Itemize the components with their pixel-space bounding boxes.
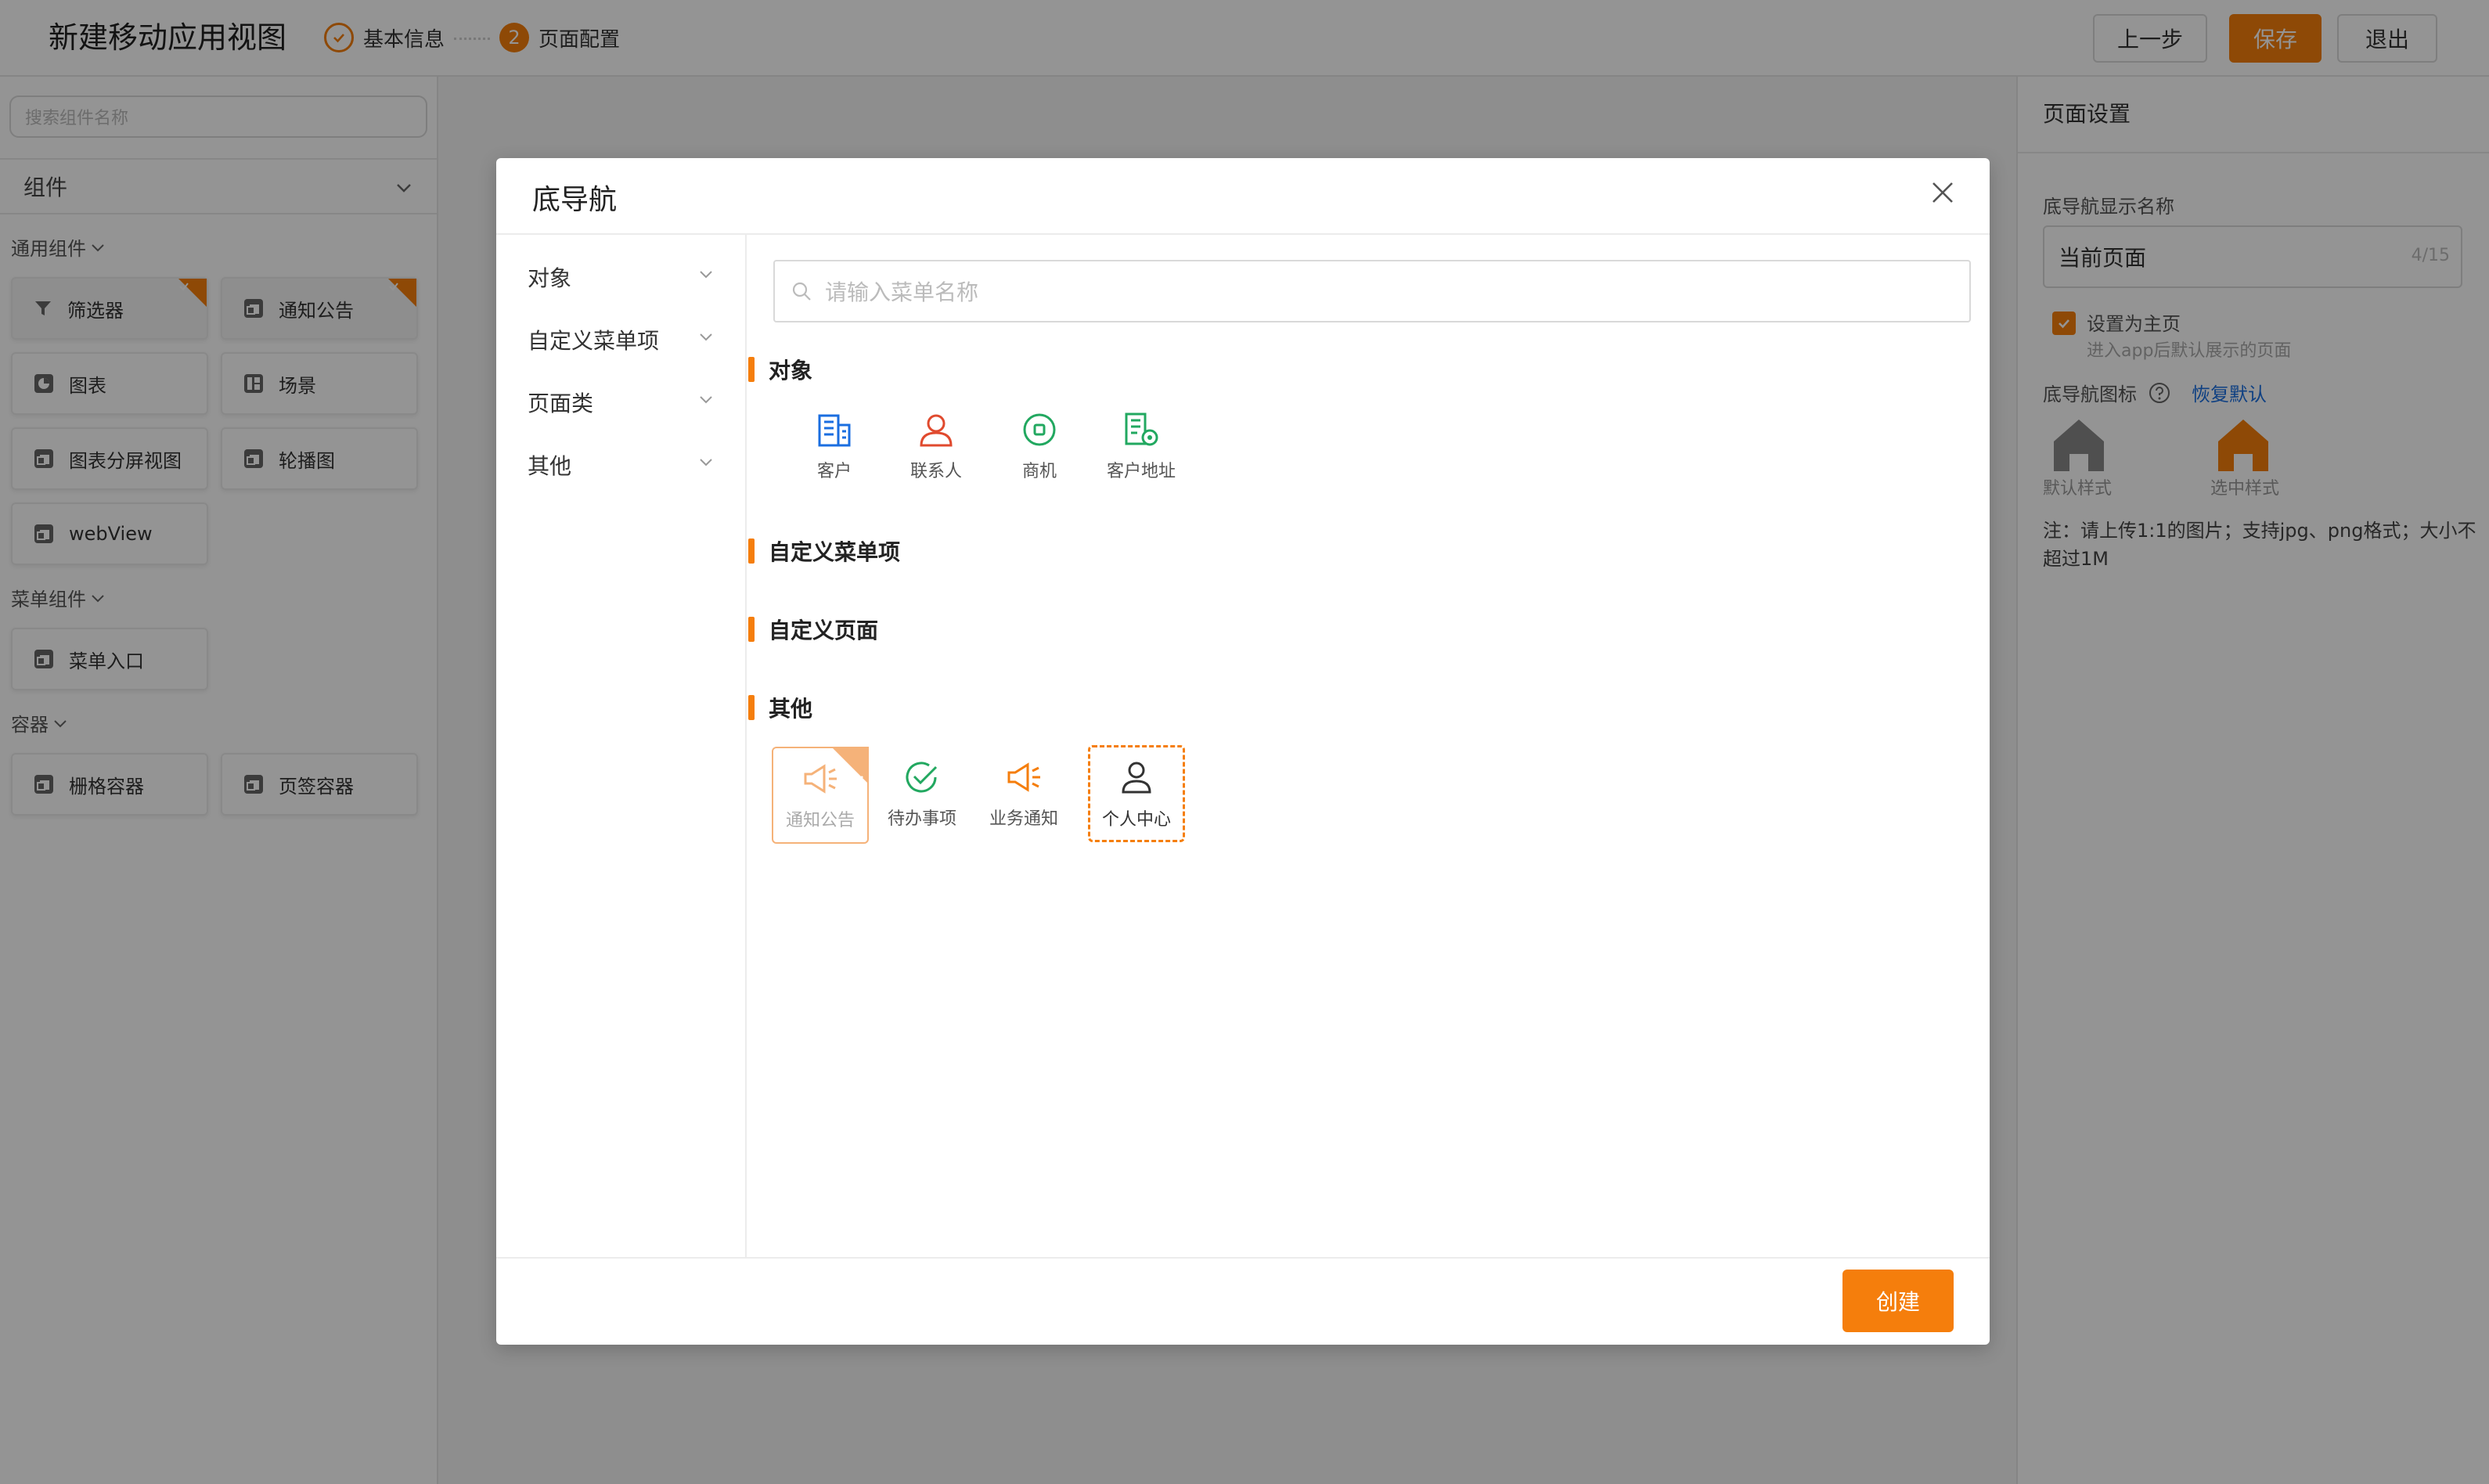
check-circle-icon: [902, 756, 942, 798]
chevron-down-icon[interactable]: [697, 390, 715, 409]
section-accent-bar: [748, 695, 755, 720]
menu-item-opportunity[interactable]: 商机: [991, 399, 1088, 496]
user-icon: [917, 409, 956, 451]
divider: [496, 1257, 1990, 1259]
chevron-down-icon[interactable]: [697, 265, 715, 283]
menu-item-label: 客户: [816, 462, 852, 481]
search-icon: [791, 280, 812, 302]
sidebar-item-page-type[interactable]: 页面类: [528, 387, 593, 418]
menu-item-notice[interactable]: 通知公告: [772, 747, 869, 844]
section-title-custom-menu: 自定义菜单项: [748, 535, 900, 567]
menu-item-label: 待办事项: [887, 809, 956, 829]
menu-item-label: 商机: [1021, 462, 1057, 481]
section-accent-bar: [748, 357, 755, 382]
section-title-text: 自定义页面: [769, 618, 879, 643]
section-title-text: 对象: [769, 358, 813, 384]
sidebar-item-object[interactable]: 对象: [528, 261, 571, 293]
menu-item-todo[interactable]: 待办事项: [873, 747, 971, 844]
user-icon: [1117, 757, 1156, 799]
bottom-nav-modal: 底导航 对象 自定义菜单项 页面类 其他 请输入菜单名称 对象 客户 联系人 商…: [496, 158, 1990, 1345]
menu-item-personal-center[interactable]: 个人中心: [1088, 745, 1185, 842]
section-title-text: 自定义菜单项: [769, 539, 901, 565]
sidebar-item-other[interactable]: 其他: [528, 449, 571, 481]
building-location-icon: [1122, 409, 1161, 451]
search-placeholder: 请输入菜单名称: [825, 279, 979, 305]
close-icon[interactable]: [1929, 178, 1957, 207]
menu-item-label: 客户地址: [1106, 462, 1176, 481]
section-title-object: 对象: [748, 354, 812, 385]
menu-item-label: 业务通知: [989, 809, 1058, 829]
chevron-down-icon[interactable]: [697, 452, 715, 471]
megaphone-icon: [1004, 756, 1043, 798]
menu-item-customer-address[interactable]: 客户地址: [1093, 399, 1190, 496]
chevron-down-icon[interactable]: [697, 327, 715, 346]
building-icon: [815, 409, 854, 451]
menu-item-label: 通知公告: [785, 811, 855, 830]
menu-item-label: 联系人: [910, 462, 962, 481]
menu-item-customer[interactable]: 客户: [786, 399, 883, 496]
section-title-text: 其他: [769, 696, 813, 722]
menu-search-input[interactable]: 请输入菜单名称: [773, 260, 1971, 322]
modal-title: 底导航: [532, 184, 618, 216]
menu-item-label: 个人中心: [1101, 810, 1171, 830]
menu-item-business-notice[interactable]: 业务通知: [975, 747, 1072, 844]
section-accent-bar: [748, 538, 755, 564]
create-button[interactable]: 创建: [1842, 1270, 1954, 1332]
menu-item-contact[interactable]: 联系人: [888, 399, 985, 496]
sidebar-item-custom-menu[interactable]: 自定义菜单项: [528, 324, 659, 355]
check-icon: [848, 759, 866, 801]
section-title-other: 其他: [748, 692, 812, 723]
section-accent-bar: [748, 617, 755, 642]
section-title-custom-page: 自定义页面: [748, 614, 878, 645]
modal-sidebar: 对象 自定义菜单项 页面类 其他: [496, 235, 747, 1257]
target-icon: [1020, 409, 1059, 451]
